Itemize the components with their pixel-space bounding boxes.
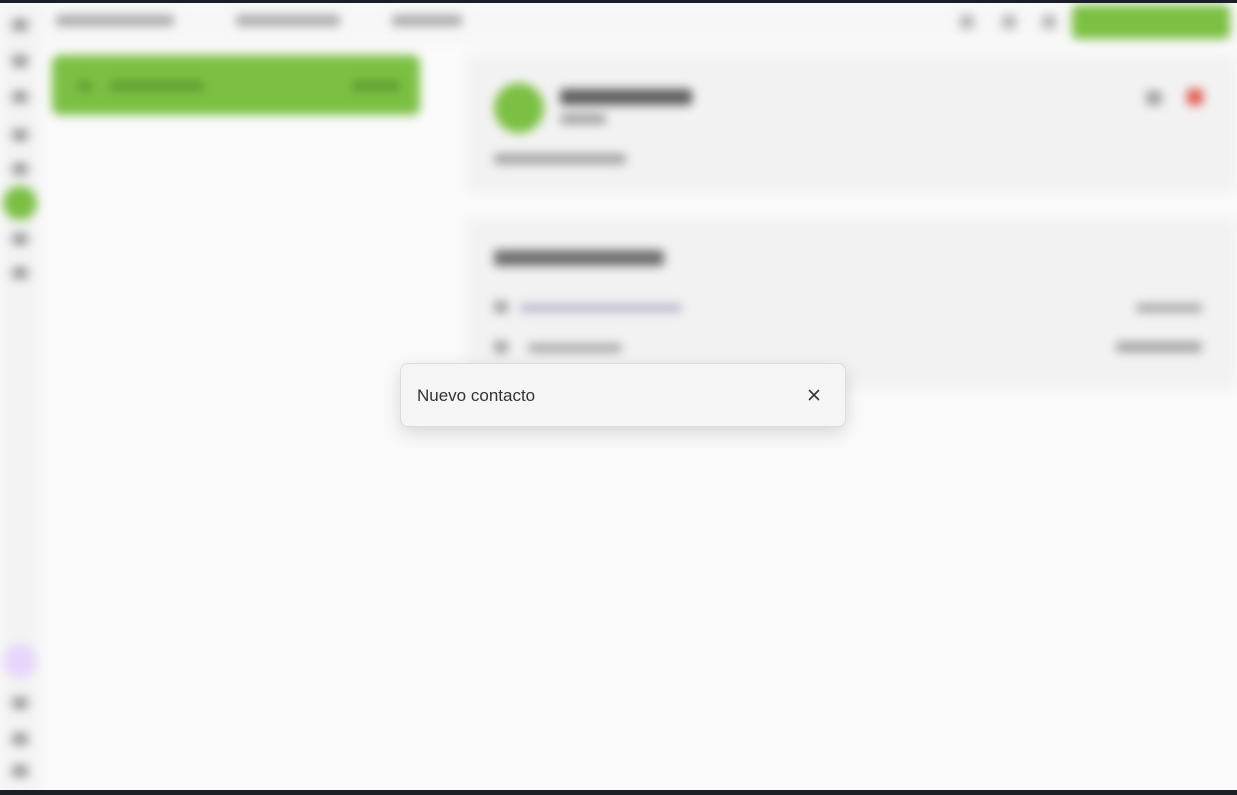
contact-avatar [494,83,544,133]
user-avatar [3,644,37,678]
selected-contact-row [52,55,420,115]
notification-icon [12,733,28,745]
close-icon [808,389,820,401]
new-contact-dialog: Nuevo contacto [400,363,846,427]
breadcrumb-3 [392,15,462,26]
app-window: Nuevo contacto [0,3,1237,790]
search-icon [960,15,974,29]
settings-icon [12,267,28,279]
dialog-title: Nuevo contacto [417,386,536,405]
back-icon [12,91,28,103]
contact-header-card [466,55,1237,193]
delete-icon [1187,89,1203,105]
phone-icon [494,341,508,353]
breadcrumb-1 [56,15,174,26]
inbox-icon [12,129,28,141]
menu-icon [12,19,28,31]
mail-icon [494,301,508,313]
primary-action-button [1072,5,1230,39]
top-bar [40,3,1237,43]
close-button[interactable] [803,384,825,406]
help-icon [12,697,28,709]
notification-icon [1002,15,1016,29]
contacts-nav-active [3,186,37,220]
logout-icon [12,765,28,777]
grid-icon [12,55,28,67]
filter-icon [12,163,28,175]
breadcrumb-2 [236,15,340,26]
left-rail [0,3,40,790]
chart-icon [12,233,28,245]
user-icon [1042,15,1056,29]
edit-icon [1146,91,1162,105]
